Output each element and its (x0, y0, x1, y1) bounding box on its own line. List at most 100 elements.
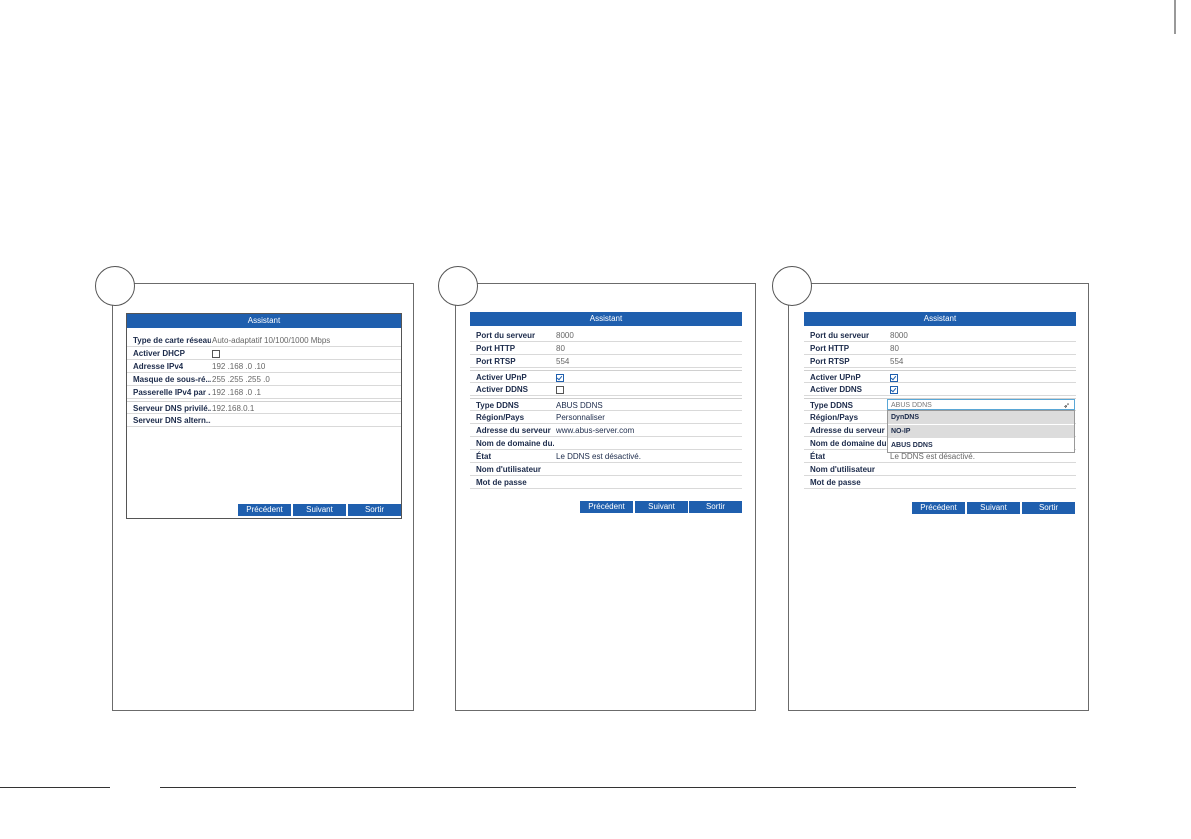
settings-row: Activer DHCP (127, 347, 401, 360)
settings-row: Activer DDNS (804, 383, 1076, 396)
row-label: Type de carte réseau (133, 336, 211, 345)
settings-row: Masque de sous-ré... 255 .255 .255 .0 (127, 373, 401, 386)
row-value[interactable]: 554 (890, 355, 903, 368)
settings-row: Serveur DNS privilé... 192.168.0.1 (127, 401, 401, 414)
step-panel-3: Assistant Port du serveur 8000 Port HTTP 80… (788, 283, 1089, 711)
step-panel-1: Assistant Type de carte réseau Auto-adapt… (112, 283, 414, 711)
assistant-dialog-1: Assistant Type de carte réseau Auto-adapt… (126, 313, 402, 519)
row-value[interactable]: Personnaliser (556, 411, 605, 424)
row-label: Masque de sous-ré... (133, 375, 211, 384)
step-number-circle-3 (772, 266, 812, 306)
ddns-option-abus[interactable]: ABUS DDNS (888, 439, 1074, 452)
row-label: Adresse du serveur (476, 426, 551, 435)
row-value[interactable]: 80 (556, 342, 565, 355)
checkbox[interactable] (890, 374, 898, 382)
exit-button[interactable]: Sortir (689, 501, 742, 513)
settings-row: Serveur DNS altern... (127, 414, 401, 427)
row-label: Port HTTP (476, 344, 516, 353)
settings-row: Passerelle IPv4 par ... 192 .168 .0 .1 (127, 386, 401, 399)
row-value[interactable]: 192 .168 .0 .1 (212, 386, 261, 399)
row-label: Port RTSP (476, 357, 516, 366)
settings-row: Nom de domaine du... (470, 437, 742, 450)
row-value[interactable]: www.abus-server.com (556, 424, 634, 437)
row-label: Passerelle IPv4 par ... (133, 388, 211, 397)
settings-row: Adresse du serveur www.abus-server.com (470, 424, 742, 437)
footer-rule-left (0, 787, 110, 788)
row-label: Adresse IPv4 (133, 362, 184, 371)
settings-row: Port RTSP 554 (470, 355, 742, 368)
next-button[interactable]: Suivant (635, 501, 688, 513)
settings-row: Port du serveur 8000 (470, 329, 742, 342)
settings-row: Port HTTP 80 (804, 342, 1076, 355)
settings-row: Région/Pays Personnaliser (470, 411, 742, 424)
settings-row: Activer UPnP (470, 370, 742, 383)
button-bar: Précédent Suivant Sortir (804, 502, 1076, 514)
row-label: Région/Pays (476, 413, 525, 422)
assistant-dialog-2: Assistant Port du serveur 8000 Port HTTP 80… (470, 312, 742, 517)
row-label: État (810, 452, 826, 461)
settings-row: Port RTSP 554 (804, 355, 1076, 368)
settings-row: Adresse IPv4 192 .168 .0 .10 (127, 360, 401, 373)
next-button[interactable]: Suivant (293, 504, 346, 516)
row-value[interactable]: 192 .168 .0 .10 (212, 360, 265, 373)
row-value[interactable]: Auto-adaptatif 10/100/1000 Mbps (212, 334, 330, 347)
settings-row: Nom d'utilisateur (804, 463, 1076, 476)
exit-button[interactable]: Sortir (1022, 502, 1075, 514)
ddns-type-select[interactable]: ABUS DDNS ➶ (887, 399, 1075, 410)
assistant-dialog-3: Assistant Port du serveur 8000 Port HTTP 80… (804, 312, 1076, 517)
step-panel-2: Assistant Port du serveur 8000 Port HTTP 80… (455, 283, 756, 711)
ddns-option-dyndns[interactable]: DynDNS (888, 411, 1074, 425)
settings-row: Port du serveur 8000 (804, 329, 1076, 342)
header-rule (1174, 0, 1176, 34)
settings-row: Activer DDNS (470, 383, 742, 396)
dialog-title: Assistant (470, 312, 742, 326)
step-number-circle-2 (438, 266, 478, 306)
dialog-title: Assistant (804, 312, 1076, 326)
settings-row: Activer UPnP (804, 370, 1076, 383)
row-label: Activer DHCP (133, 349, 186, 358)
row-label: Port du serveur (810, 331, 870, 340)
row-label: Nom de domaine du... (476, 439, 554, 448)
row-label: Nom d'utilisateur (476, 465, 542, 474)
dialog-title: Assistant (127, 314, 401, 328)
row-value[interactable]: 80 (890, 342, 899, 355)
ddns-type-options: DynDNS NO-IP ABUS DDNS (887, 410, 1075, 453)
checkbox[interactable] (556, 374, 564, 382)
settings-row: Mot de passe (470, 476, 742, 489)
settings-row: Type de carte réseau Auto-adaptatif 10/10… (127, 334, 401, 347)
settings-row: Type DDNS ABUS DDNS (470, 398, 742, 411)
settings-row: Nom d'utilisateur (470, 463, 742, 476)
step-number-circle-1 (95, 266, 135, 306)
row-value[interactable]: 8000 (556, 329, 574, 342)
row-label: Activer DDNS (810, 385, 863, 394)
exit-button[interactable]: Sortir (348, 504, 401, 516)
row-value[interactable]: Le DDNS est désactivé. (556, 450, 641, 463)
row-label: Adresse du serveur (810, 426, 885, 435)
settings-row: Mot de passe (804, 476, 1076, 489)
previous-button[interactable]: Précédent (238, 504, 291, 516)
row-label: Nom de domaine du... (810, 439, 888, 448)
ddns-option-noip[interactable]: NO-IP (888, 425, 1074, 439)
row-label: Port du serveur (476, 331, 536, 340)
row-label: Port RTSP (810, 357, 850, 366)
row-value[interactable]: 255 .255 .255 .0 (212, 373, 270, 386)
row-label: Mot de passe (476, 478, 527, 487)
next-button[interactable]: Suivant (967, 502, 1020, 514)
button-bar: Précédent Suivant Sortir (470, 501, 742, 513)
footer-rule-right (160, 787, 1076, 788)
previous-button[interactable]: Précédent (580, 501, 633, 513)
ddns-type-selected: ABUS DDNS (891, 402, 932, 409)
row-label: Mot de passe (810, 478, 861, 487)
row-value[interactable]: 554 (556, 355, 569, 368)
checkbox[interactable] (212, 350, 220, 358)
settings-row: Port HTTP 80 (470, 342, 742, 355)
previous-button[interactable]: Précédent (912, 502, 965, 514)
row-label: Région/Pays (810, 413, 859, 422)
checkbox[interactable] (890, 386, 898, 394)
row-label: Serveur DNS altern... (133, 416, 211, 425)
checkbox[interactable] (556, 386, 564, 394)
row-label: État (476, 452, 492, 461)
row-value[interactable]: 8000 (890, 329, 908, 342)
settings-row: État Le DDNS est désactivé. (470, 450, 742, 463)
row-label: Port HTTP (810, 344, 850, 353)
